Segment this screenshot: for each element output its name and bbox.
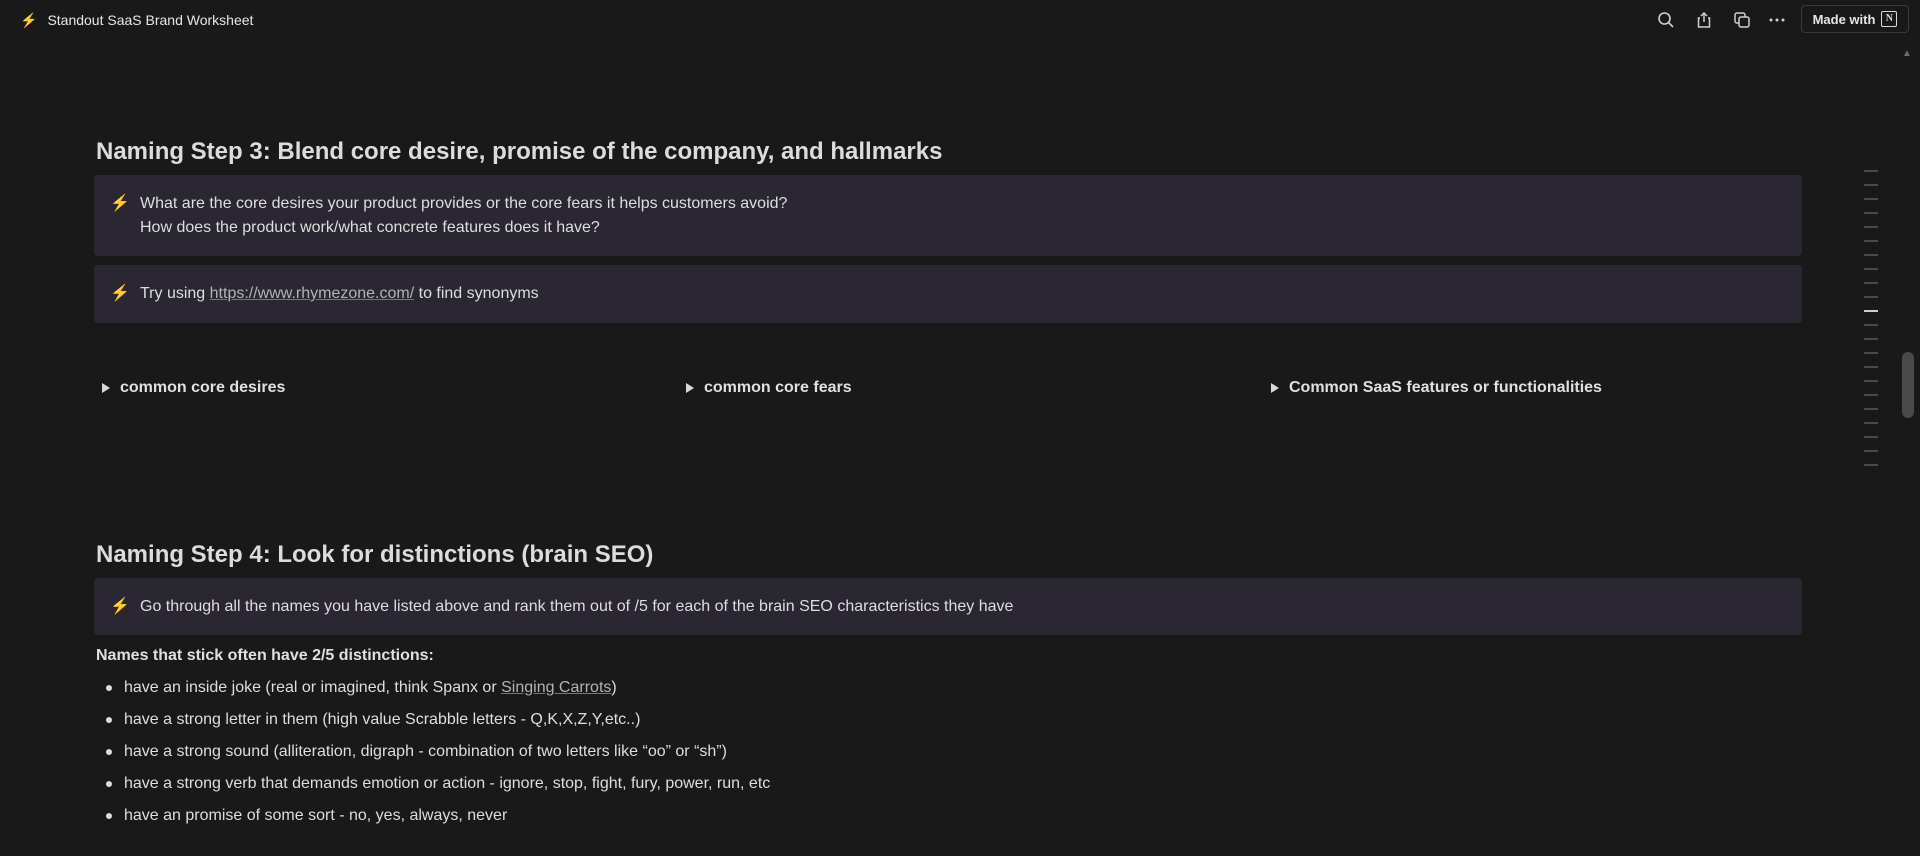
outline-tick[interactable] — [1864, 254, 1878, 256]
outline-tick[interactable] — [1864, 240, 1878, 242]
toggle-core-desires[interactable]: common core desires — [102, 379, 285, 397]
outline-tick[interactable] — [1864, 268, 1878, 270]
distinctions-list: have an inside joke (real or imagined, t… — [94, 676, 770, 836]
outline-tick[interactable] — [1864, 408, 1878, 410]
outline-tick[interactable] — [1864, 324, 1878, 326]
outline-tick[interactable] — [1864, 170, 1878, 172]
singing-carrots-link[interactable]: Singing Carrots — [501, 679, 611, 696]
lightning-icon: ⚡ — [110, 285, 130, 302]
share-icon[interactable] — [1692, 8, 1716, 32]
outline-tick[interactable] — [1864, 352, 1878, 354]
made-with-notion-button[interactable]: Made with N — [1801, 5, 1909, 33]
lightning-icon: ⚡ — [110, 195, 130, 212]
toggle-label: common core fears — [704, 379, 852, 396]
callout-text: Go through all the names you have listed… — [140, 598, 1014, 615]
toggle-saas-features[interactable]: Common SaaS features or functionalities — [1271, 379, 1602, 397]
outline-tick[interactable] — [1864, 212, 1878, 214]
vertical-scrollbar[interactable] — [1902, 352, 1914, 418]
outline-tick[interactable] — [1864, 226, 1878, 228]
outline-tick[interactable] — [1864, 338, 1878, 340]
toggle-arrow-icon[interactable] — [686, 383, 694, 393]
lightning-icon: ⚡ — [110, 598, 130, 615]
callout-line: How does the product work/what concrete … — [140, 219, 600, 236]
toggle-label: Common SaaS features or functionalities — [1289, 379, 1602, 396]
core-desires-callout: ⚡ What are the core desires your product… — [94, 175, 1802, 256]
top-bar: ⚡ Standout SaaS Brand Worksheet Made wit… — [0, 0, 1920, 40]
callout-text-before: Try using — [140, 285, 210, 302]
more-options-icon[interactable] — [1765, 8, 1789, 32]
outline-tick[interactable] — [1864, 282, 1878, 284]
outline-tick[interactable] — [1864, 366, 1878, 368]
list-item: have a strong sound (alliteration, digra… — [94, 740, 770, 772]
callout-text-after: to find synonyms — [414, 285, 539, 302]
list-item: have a strong verb that demands emotion … — [94, 772, 770, 804]
callout-line: What are the core desires your product p… — [140, 195, 788, 212]
scroll-up-arrow-icon[interactable]: ▲ — [1902, 48, 1912, 59]
outline-tick[interactable] — [1864, 394, 1878, 396]
toggle-core-fears[interactable]: common core fears — [686, 379, 852, 397]
list-item-text: ) — [611, 679, 617, 696]
outline-tick[interactable] — [1864, 464, 1878, 466]
toggle-arrow-icon[interactable] — [102, 383, 110, 393]
breadcrumb[interactable]: ⚡ Standout SaaS Brand Worksheet — [20, 10, 253, 30]
outline-tick[interactable] — [1864, 450, 1878, 452]
brain-seo-callout: ⚡ Go through all the names you have list… — [94, 578, 1802, 635]
rhymezone-link[interactable]: https://www.rhymezone.com/ — [210, 285, 415, 302]
search-icon[interactable] — [1654, 8, 1678, 32]
outline-tick-active[interactable] — [1864, 310, 1878, 312]
made-with-label: Made with — [1812, 11, 1876, 27]
page-title[interactable]: Standout SaaS Brand Worksheet — [47, 10, 253, 30]
callout-text: Try using https://www.rhymezone.com/ to … — [140, 282, 1786, 306]
outline-tick[interactable] — [1864, 184, 1878, 186]
toggle-arrow-icon[interactable] — [1271, 383, 1279, 393]
step3-heading: Naming Step 3: Blend core desire, promis… — [96, 138, 943, 165]
rhymezone-callout: ⚡ Try using https://www.rhymezone.com/ t… — [94, 265, 1802, 323]
outline-tick[interactable] — [1864, 296, 1878, 298]
list-item-text: have an inside joke (real or imagined, t… — [124, 679, 502, 696]
duplicate-icon[interactable] — [1730, 8, 1754, 32]
outline-tick[interactable] — [1864, 198, 1878, 200]
outline-tick[interactable] — [1864, 436, 1878, 438]
notion-logo-icon: N — [1881, 11, 1898, 27]
step4-heading: Naming Step 4: Look for distinctions (br… — [96, 541, 654, 568]
list-item: have an promise of some sort - no, yes, … — [94, 804, 770, 836]
list-item: have a strong letter in them (high value… — [94, 708, 770, 740]
outline-tick[interactable] — [1864, 422, 1878, 424]
toggle-label: common core desires — [120, 379, 286, 396]
outline-tick[interactable] — [1864, 380, 1878, 382]
page-outline-minimap[interactable] — [1864, 170, 1880, 478]
list-item: have an inside joke (real or imagined, t… — [94, 676, 770, 708]
lightning-icon: ⚡ — [20, 12, 38, 28]
distinctions-subheading: Names that stick often have 2/5 distinct… — [96, 647, 434, 664]
